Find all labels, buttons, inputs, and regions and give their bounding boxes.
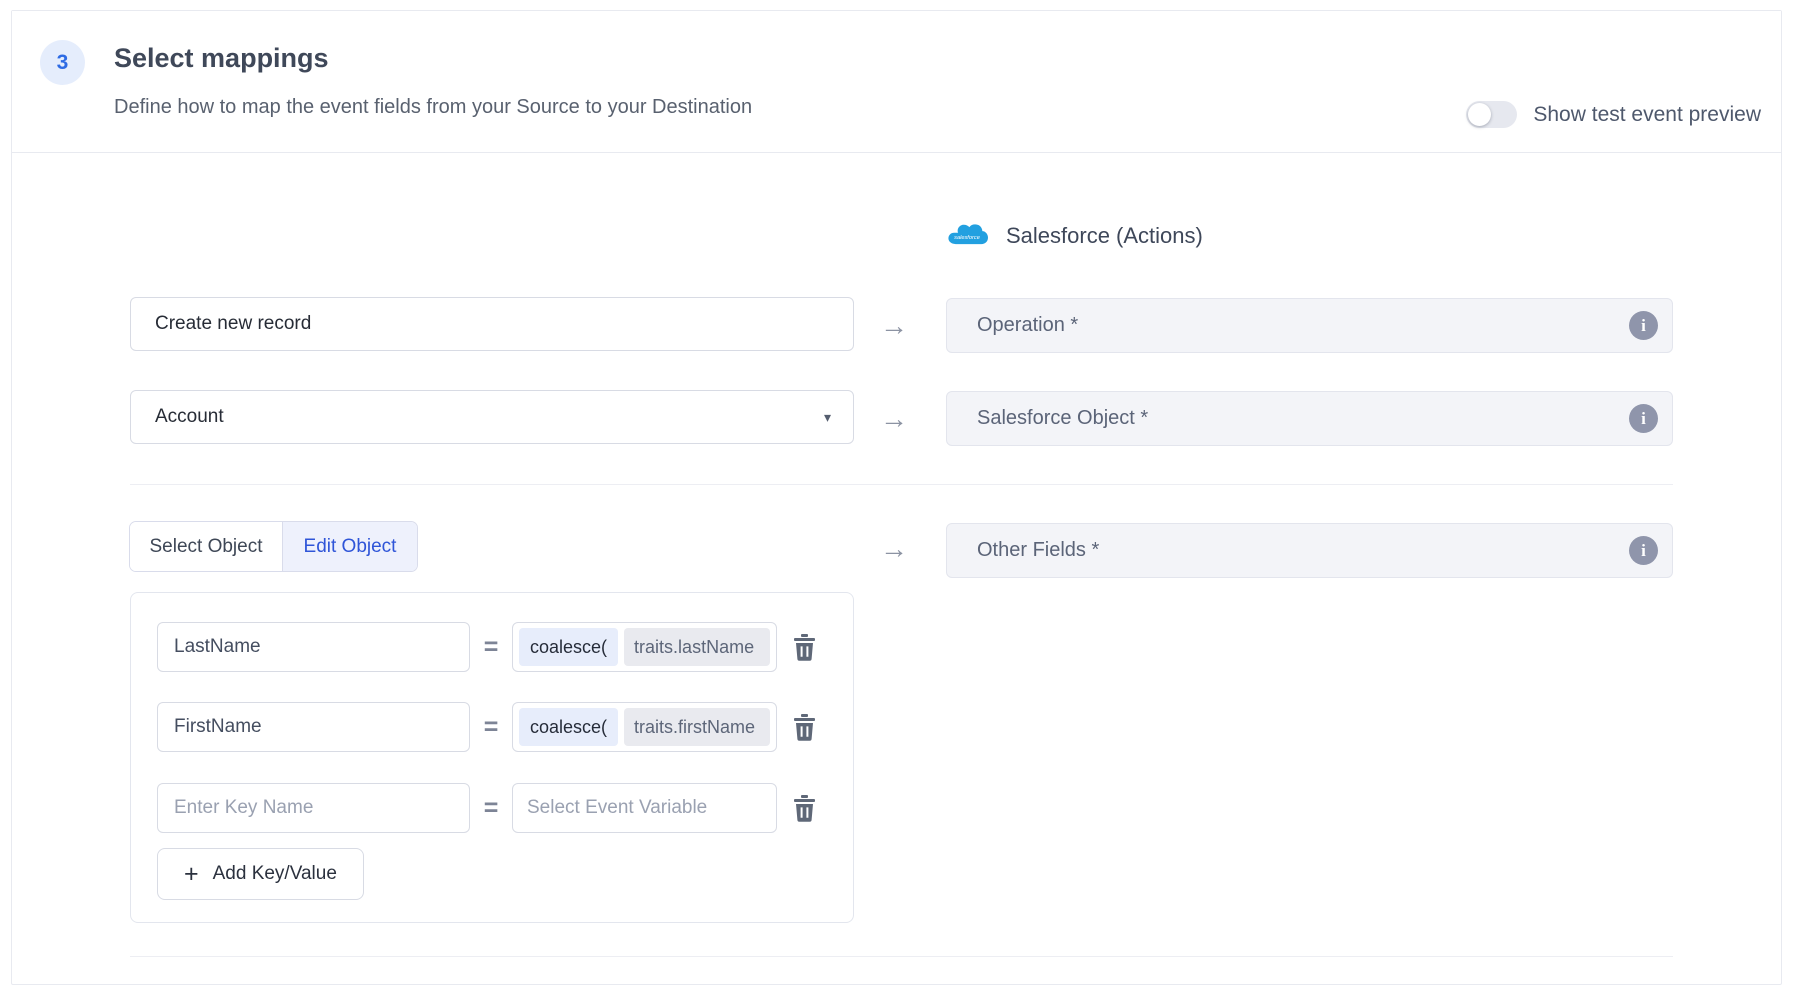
object-target-label: Salesforce Object *: [947, 407, 1629, 430]
arrow-right-icon: →: [874, 533, 914, 565]
salesforce-logo-text: salesforce: [954, 235, 980, 241]
equals-icon: =: [470, 713, 512, 742]
key-value-editor-panel: = coalesce( traits.lastName = coa: [130, 592, 854, 923]
add-key-value-label: Add Key/Value: [213, 863, 337, 885]
delete-row-button[interactable]: [793, 634, 816, 661]
add-key-value-button[interactable]: + Add Key/Value: [157, 848, 364, 900]
arrow-right-icon: →: [874, 310, 914, 342]
trash-icon: [793, 714, 816, 741]
object-mode-tabs: Select Object Edit Object: [129, 521, 418, 572]
plus-icon: +: [184, 862, 199, 887]
operation-input[interactable]: [131, 313, 853, 335]
other-fields-target-label: Other Fields *: [947, 539, 1629, 562]
chevron-down-icon[interactable]: ▾: [824, 409, 853, 426]
page-subtitle: Define how to map the event fields from …: [114, 96, 752, 119]
equals-icon: =: [470, 794, 512, 823]
section-divider: [130, 484, 1673, 485]
step-number-badge: 3: [40, 40, 85, 85]
delete-row-button[interactable]: [793, 714, 816, 741]
kv-row-empty: =: [157, 783, 816, 833]
variable-chip[interactable]: traits.firstName: [624, 708, 770, 746]
bottom-divider: [130, 956, 1673, 957]
object-source-field[interactable]: ▾: [130, 390, 854, 444]
info-icon[interactable]: i: [1629, 404, 1658, 433]
function-chip[interactable]: coalesce(: [519, 628, 618, 666]
info-icon[interactable]: i: [1629, 311, 1658, 340]
operation-target-field: Operation * i: [946, 298, 1673, 353]
show-test-event-preview-toggle[interactable]: [1466, 101, 1517, 128]
value-expression-box[interactable]: coalesce( traits.firstName: [512, 702, 777, 752]
variable-chip[interactable]: traits.lastName: [624, 628, 770, 666]
function-chip[interactable]: coalesce(: [519, 708, 618, 746]
value-expression-box[interactable]: coalesce( traits.lastName: [512, 622, 777, 672]
kv-row-lastname: = coalesce( traits.lastName: [157, 622, 816, 672]
key-name-input[interactable]: [157, 783, 470, 833]
trash-icon: [793, 634, 816, 661]
destination-name: Salesforce (Actions): [1006, 223, 1203, 249]
arrow-right-icon: →: [874, 403, 914, 435]
info-icon[interactable]: i: [1629, 536, 1658, 565]
mappings-card: 3 Select mappings Define how to map the …: [11, 10, 1782, 985]
other-fields-target-field: Other Fields * i: [946, 523, 1673, 578]
operation-target-label: Operation *: [947, 314, 1629, 337]
equals-icon: =: [470, 633, 512, 662]
tab-edit-object[interactable]: Edit Object: [283, 522, 417, 571]
salesforce-logo-icon: salesforce: [946, 221, 988, 251]
page-title: Select mappings: [114, 43, 329, 74]
key-name-input[interactable]: [157, 702, 470, 752]
toggle-knob: [1468, 103, 1491, 126]
delete-row-button[interactable]: [793, 795, 816, 822]
test-event-preview-control: Show test event preview: [1466, 101, 1761, 128]
tab-select-object[interactable]: Select Object: [130, 522, 283, 571]
operation-source-field: [130, 297, 854, 351]
object-target-field: Salesforce Object * i: [946, 391, 1673, 446]
event-variable-input[interactable]: [512, 783, 777, 833]
object-select-value[interactable]: [131, 406, 824, 428]
step-header: 3 Select mappings Define how to map the …: [12, 11, 1781, 153]
destination-header: salesforce Salesforce (Actions): [946, 221, 1203, 251]
key-name-input[interactable]: [157, 622, 470, 672]
toggle-label: Show test event preview: [1533, 103, 1761, 127]
trash-icon: [793, 795, 816, 822]
kv-row-firstname: = coalesce( traits.firstName: [157, 702, 816, 752]
